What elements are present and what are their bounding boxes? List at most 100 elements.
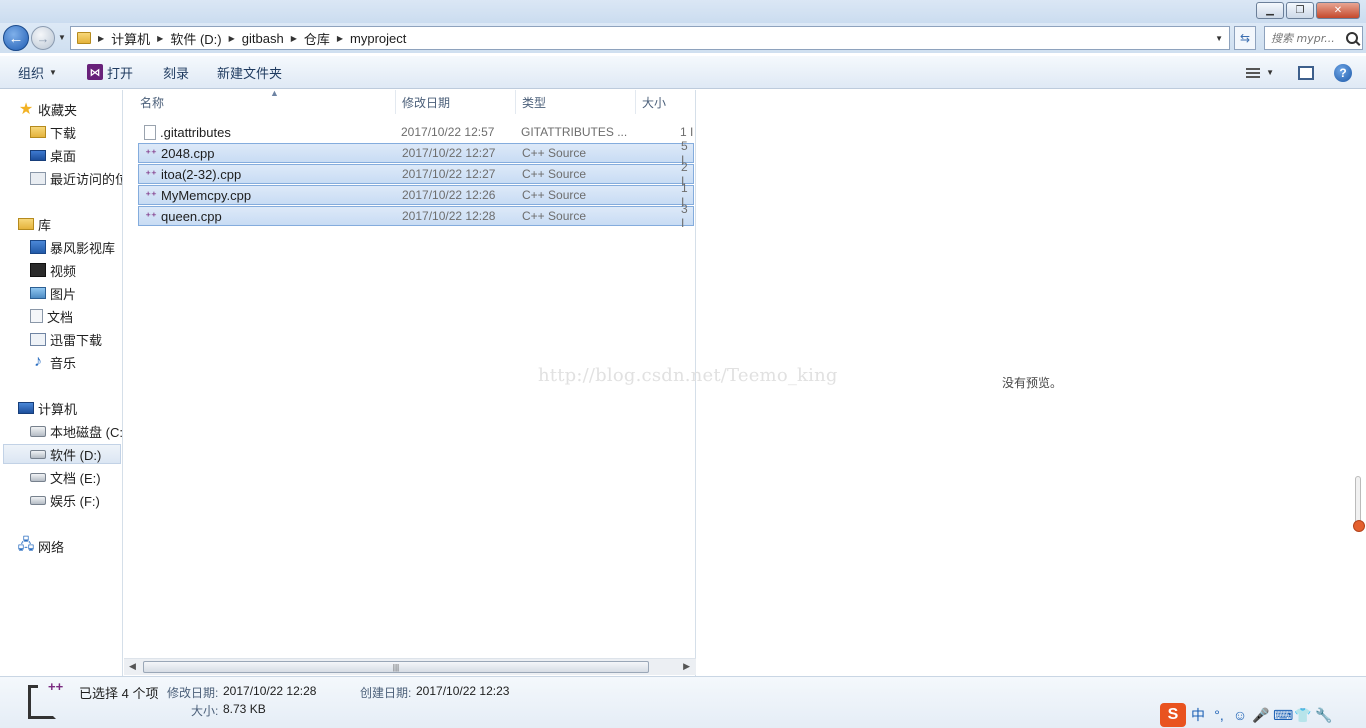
emoji-icon[interactable]: ☺ bbox=[1231, 707, 1249, 723]
column-header-type[interactable]: 类型 bbox=[516, 90, 636, 114]
nav-item-label: 暴风影视库 bbox=[50, 240, 116, 256]
chevron-right-icon[interactable]: ▶ bbox=[291, 34, 297, 43]
keyboard-icon[interactable]: ⌨ bbox=[1273, 707, 1293, 724]
maximize-button[interactable]: ❐ bbox=[1286, 2, 1314, 19]
nav-item-label: 迅雷下载 bbox=[50, 332, 103, 348]
open-button[interactable]: ⋈ 打开 bbox=[86, 63, 133, 82]
chevron-right-icon[interactable]: ▶ bbox=[229, 34, 235, 43]
nav-item-pictures[interactable]: 图片 bbox=[30, 283, 76, 303]
new-folder-button[interactable]: 新建文件夹 bbox=[217, 63, 282, 82]
document-icon bbox=[30, 309, 43, 323]
nav-item-videos[interactable]: 视频 bbox=[30, 260, 76, 280]
horizontal-scrollbar[interactable]: ◀ ||| ▶ bbox=[124, 658, 696, 675]
system-drive-icon bbox=[30, 425, 46, 437]
breadcrumb-gitbash[interactable]: gitbash bbox=[242, 31, 284, 46]
file-name: itoa(2-32).cpp bbox=[161, 166, 242, 182]
nav-item-music[interactable]: ♪ 音乐 bbox=[30, 352, 76, 372]
wrench-icon[interactable]: 🔧 bbox=[1315, 707, 1333, 724]
view-controls: ▼ ? bbox=[1246, 56, 1366, 89]
column-header-date[interactable]: 修改日期 bbox=[396, 90, 516, 114]
navigation-pane[interactable]: ★ 收藏夹 下载 桌面 最近访问的位 库 暴风影视库 视频 图片 文档 迅雷下载… bbox=[0, 90, 123, 676]
organize-menu[interactable]: 组织 ▼ bbox=[18, 63, 57, 82]
file-row[interactable]: ⁺⁺ queen.cpp 2017/10/22 12:28 C++ Source… bbox=[138, 202, 694, 230]
search-icon[interactable] bbox=[1346, 32, 1358, 44]
refresh-button[interactable]: ⇆ bbox=[1234, 26, 1256, 50]
forward-button[interactable]: → bbox=[31, 26, 55, 50]
address-bar[interactable]: ▶ 计算机 ▶ 软件 (D:) ▶ gitbash ▶ 仓库 ▶ myproje… bbox=[70, 26, 1230, 50]
no-preview-text: 没有预览。 bbox=[1002, 376, 1063, 390]
nav-item-label: 图片 bbox=[50, 286, 77, 302]
recent-pages-dropdown[interactable]: ▼ bbox=[58, 33, 66, 42]
selection-count: 已选择 4 个项 bbox=[79, 686, 159, 701]
chevron-down-icon[interactable]: ▼ bbox=[1266, 68, 1274, 77]
nav-item-drive-c[interactable]: 本地磁盘 (C:) bbox=[30, 421, 122, 441]
shirt-icon[interactable]: 👕 bbox=[1294, 707, 1312, 724]
punctuation-toggle[interactable]: °, bbox=[1210, 707, 1228, 723]
back-button[interactable]: ← bbox=[3, 25, 29, 51]
file-row[interactable]: ⁺⁺ 2048.cpp 2017/10/22 12:27 C++ Source … bbox=[138, 139, 694, 167]
input-mode-toggle[interactable]: 中 bbox=[1189, 705, 1207, 725]
close-button[interactable]: ✕ bbox=[1316, 2, 1360, 19]
window-controls: ▁ ❐ ✕ bbox=[1256, 2, 1360, 19]
drive-icon bbox=[30, 449, 46, 459]
nav-item-drive-e[interactable]: 文档 (E:) bbox=[30, 467, 101, 487]
modified-value: 2017/10/22 12:28 bbox=[223, 684, 317, 698]
nav-computer[interactable]: 计算机 bbox=[18, 398, 77, 418]
nav-item-downloads[interactable]: 下载 bbox=[30, 122, 76, 142]
chevron-right-icon[interactable]: ▶ bbox=[337, 34, 343, 43]
cpp-file-icon: ⁺⁺ bbox=[145, 168, 157, 181]
file-size: 3 I bbox=[681, 202, 688, 230]
nav-item-recent[interactable]: 最近访问的位 bbox=[30, 168, 122, 188]
address-row: ← → ▼ ▶ 计算机 ▶ 软件 (D:) ▶ gitbash ▶ 仓库 ▶ m… bbox=[0, 23, 1366, 53]
file-name: queen.cpp bbox=[161, 208, 222, 224]
file-date: 2017/10/22 12:27 bbox=[402, 167, 496, 181]
address-history-dropdown[interactable]: ▼ bbox=[1215, 34, 1223, 43]
chevron-right-icon[interactable]: ▶ bbox=[98, 34, 104, 43]
breadcrumb-myproject[interactable]: myproject bbox=[350, 31, 406, 46]
column-header-name[interactable]: 名称 ▲ bbox=[134, 88, 396, 114]
burn-label: 刻录 bbox=[162, 65, 189, 81]
nav-libraries-label: 库 bbox=[38, 217, 52, 233]
nav-item-desktop[interactable]: 桌面 bbox=[30, 145, 76, 165]
folder-icon bbox=[77, 32, 91, 44]
help-icon[interactable]: ? bbox=[1334, 63, 1352, 82]
preview-pane-icon[interactable] bbox=[1298, 65, 1314, 80]
breadcrumb-repo[interactable]: 仓库 bbox=[304, 29, 330, 48]
library-icon bbox=[18, 218, 34, 230]
nav-item-label: 软件 (D:) bbox=[50, 447, 102, 463]
nav-item-drive-f[interactable]: 娱乐 (F:) bbox=[30, 490, 100, 510]
file-type: C++ Source bbox=[522, 167, 587, 181]
search-box[interactable] bbox=[1264, 26, 1363, 50]
chevron-right-icon[interactable]: ▶ bbox=[157, 34, 163, 43]
scroll-left-icon[interactable]: ◀ bbox=[129, 661, 136, 672]
file-row[interactable]: ⁺⁺ itoa(2-32).cpp 2017/10/22 12:27 C++ S… bbox=[138, 160, 694, 188]
search-input[interactable] bbox=[1271, 31, 1341, 45]
desktop-icon bbox=[30, 149, 46, 161]
nav-network[interactable]: 🖧 网络 bbox=[18, 536, 64, 556]
file-type: C++ Source bbox=[522, 146, 587, 160]
file-row[interactable]: .gitattributes 2017/10/22 12:57 GITATTRI… bbox=[138, 122, 694, 142]
created-value: 2017/10/22 12:23 bbox=[416, 684, 510, 698]
breadcrumb-drive-d[interactable]: 软件 (D:) bbox=[170, 29, 221, 48]
star-icon: ★ bbox=[18, 101, 34, 118]
mic-icon[interactable]: 🎤 bbox=[1252, 707, 1270, 724]
nav-item-baofeng[interactable]: 暴风影视库 bbox=[30, 237, 115, 257]
nav-libraries[interactable]: 库 bbox=[18, 214, 51, 234]
sogou-logo-icon[interactable]: S bbox=[1160, 703, 1186, 727]
breadcrumb-computer[interactable]: 计算机 bbox=[111, 29, 150, 48]
nav-favorites-label: 收藏夹 bbox=[38, 102, 78, 118]
burn-button[interactable]: 刻录 bbox=[163, 63, 189, 82]
scroll-right-icon[interactable]: ▶ bbox=[683, 661, 690, 672]
nav-item-drive-d[interactable]: 软件 (D:) bbox=[3, 444, 121, 464]
nav-item-documents[interactable]: 文档 bbox=[30, 306, 73, 326]
column-header-size[interactable]: 大小 bbox=[636, 90, 696, 114]
file-row[interactable]: ⁺⁺ MyMemcpy.cpp 2017/10/22 12:26 C++ Sou… bbox=[138, 181, 694, 209]
command-bar: 组织 ▼ ⋈ 打开 刻录 新建文件夹 ▼ ? bbox=[0, 56, 1366, 89]
size-value: 8.73 KB bbox=[223, 702, 266, 716]
nav-item-xunlei[interactable]: 迅雷下载 bbox=[30, 329, 102, 349]
scrollbar-thumb[interactable]: ||| bbox=[143, 661, 649, 673]
minimize-button[interactable]: ▁ bbox=[1256, 2, 1284, 19]
file-name: 2048.cpp bbox=[161, 145, 215, 161]
nav-favorites[interactable]: ★ 收藏夹 bbox=[18, 99, 77, 119]
view-options-icon[interactable] bbox=[1246, 67, 1261, 78]
